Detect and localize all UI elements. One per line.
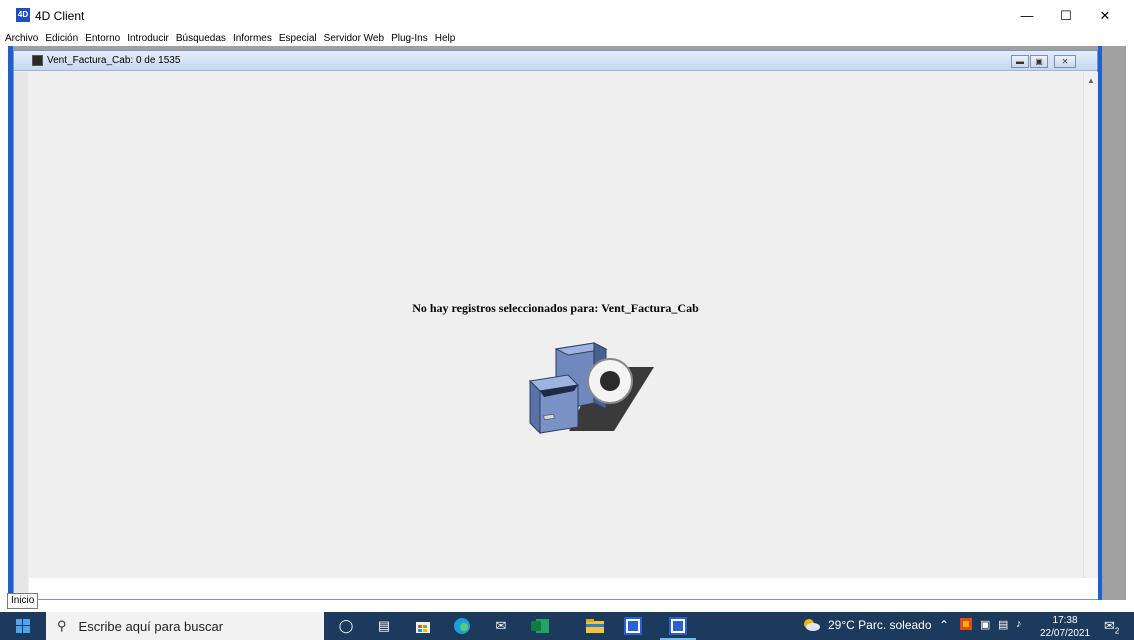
windows-logo-icon <box>16 619 30 633</box>
weather-text: 29°C Parc. soleado <box>828 618 932 632</box>
taskbar-search-box[interactable]: ⚲ Escribe aquí para buscar <box>46 612 324 640</box>
menu-busquedas[interactable]: Búsquedas <box>176 33 226 44</box>
menu-servidor-web[interactable]: Servidor Web <box>324 33 384 44</box>
store-icon[interactable] <box>413 616 433 636</box>
network-icon[interactable]: ▣ <box>980 618 994 632</box>
child-restore-button[interactable]: ▣ <box>1030 55 1048 68</box>
notification-count: 2 <box>1114 626 1120 636</box>
child-close-button[interactable]: ✕ <box>1054 55 1076 68</box>
menu-help[interactable]: Help <box>435 33 456 44</box>
records-window-title: Vent_Factura_Cab: 0 de 1535 <box>47 55 181 66</box>
vertical-scrollbar[interactable]: ▲ <box>1083 72 1098 578</box>
mail-icon[interactable]: ✉ <box>491 616 511 636</box>
4d-active-icon[interactable] <box>660 616 696 640</box>
windows-taskbar: ⚲ Escribe aquí para buscar ◯ ▤ ✉ 29°C Pa… <box>0 612 1134 640</box>
search-placeholder: Escribe aquí para buscar <box>78 618 224 634</box>
chevron-up-icon[interactable]: ⌃ <box>939 618 949 632</box>
close-button[interactable]: ✕ <box>1086 0 1124 31</box>
4d-app-icon: 4D <box>16 8 30 22</box>
maximize-button[interactable]: ☐ <box>1047 0 1085 31</box>
window-bottom-area <box>29 578 1098 599</box>
clock-date: 22/07/2021 <box>1040 628 1091 639</box>
excel-icon[interactable] <box>530 616 550 636</box>
mdi-right-border <box>1098 46 1102 600</box>
partly-sunny-icon <box>804 619 820 631</box>
menu-plug-ins[interactable]: Plug-Ins <box>391 33 428 44</box>
start-tooltip: Inicio <box>7 593 39 609</box>
child-minimize-button[interactable]: ▬ <box>1011 55 1029 68</box>
volume-icon[interactable]: ♪ <box>1016 618 1030 632</box>
4d-icon[interactable] <box>623 616 643 636</box>
start-button[interactable] <box>0 612 46 640</box>
system-clock[interactable]: 17:38 22/07/2021 <box>1040 614 1090 640</box>
task-view-icon[interactable]: ▤ <box>374 616 394 636</box>
menu-introducir[interactable]: Introducir <box>127 33 169 44</box>
menu-especial[interactable]: Especial <box>279 33 317 44</box>
tray-app-icon[interactable] <box>960 618 974 632</box>
wifi-icon[interactable]: ▤ <box>998 618 1012 632</box>
scroll-up-arrow-icon[interactable]: ▲ <box>1084 74 1098 88</box>
file-explorer-icon[interactable] <box>585 616 605 636</box>
app-titlebar: 4D 4D Client — ☐ ✕ <box>0 0 1134 31</box>
file-drawer-gear-icon <box>528 342 654 435</box>
empty-selection-message: No hay registros seleccionados para: Ven… <box>412 301 699 315</box>
menu-informes[interactable]: Informes <box>233 33 272 44</box>
weather-widget[interactable]: 29°C Parc. soleado <box>802 618 932 632</box>
notification-icon[interactable]: ✉2 <box>1104 618 1119 636</box>
minimize-button[interactable]: — <box>1008 0 1046 31</box>
menu-entorno[interactable]: Entorno <box>85 33 120 44</box>
cortana-icon[interactable]: ◯ <box>336 616 356 636</box>
menu-edicion[interactable]: Edición <box>45 33 78 44</box>
menu-archivo[interactable]: Archivo <box>5 33 38 44</box>
search-icon: ⚲ <box>57 618 67 633</box>
clock-time: 17:38 <box>1052 615 1078 626</box>
menu-bar: Archivo Edición Entorno Introducir Búsqu… <box>0 31 1134 46</box>
records-window-titlebar[interactable]: Vent_Factura_Cab: 0 de 1535 ▬ ▣ ✕ <box>14 51 1097 71</box>
window-left-frame <box>14 72 28 599</box>
edge-icon[interactable] <box>452 616 472 636</box>
app-title: 4D Client <box>35 9 85 23</box>
table-icon <box>32 55 43 66</box>
records-window: Vent_Factura_Cab: 0 de 1535 ▬ ▣ ✕ No hay… <box>13 50 1098 600</box>
records-list-area: No hay registros seleccionados para: Ven… <box>29 72 1082 578</box>
